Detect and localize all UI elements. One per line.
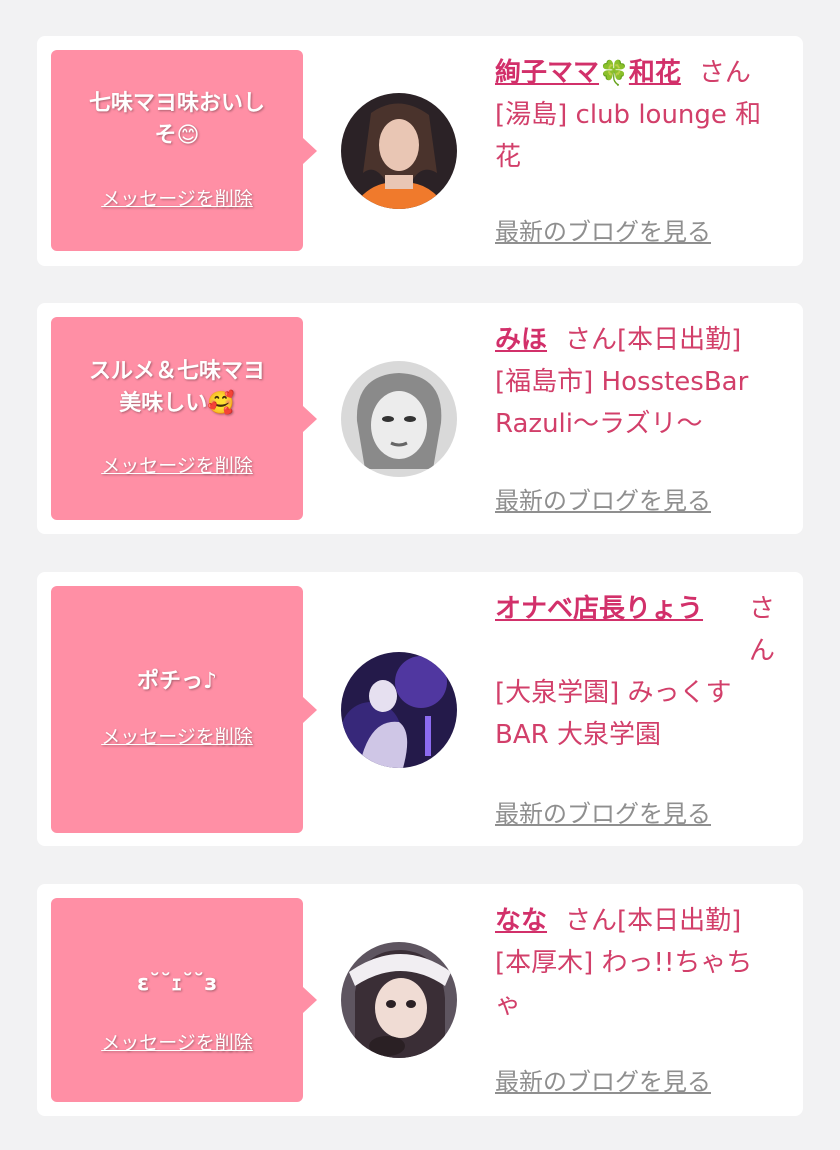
shop-name: [大泉学園] みっくす — [495, 678, 732, 708]
user-name-link[interactable]: みほ — [495, 325, 547, 355]
lace-woman-avatar-icon — [341, 942, 457, 1058]
message-bubble: ε˘˘ｪ˘˘з メッセージを削除 — [51, 898, 317, 1102]
avatar[interactable] — [341, 942, 457, 1058]
latest-blog-link[interactable]: 最新のブログを見る — [495, 1062, 711, 1097]
message-text: 七味マヨ味おいし そ😊 — [63, 88, 291, 152]
user-info: みほ さん[本日出勤] [福島市] HosstesBar Razuli〜ラズリ〜 — [495, 319, 791, 445]
user-info: オナベ店長りょう さん [大泉学園] みっくす BAR 大泉学園 — [495, 588, 791, 756]
woman-photo-avatar-icon — [341, 93, 457, 209]
shop-name: [湯島] club lounge 和 — [495, 100, 762, 130]
shop-name: 花 — [495, 142, 522, 172]
shop-name: BAR 大泉学園 — [495, 720, 661, 750]
user-name-link[interactable]: 絢子ママ🍀和花 — [495, 58, 681, 88]
message-text: ポチっ♪ — [136, 669, 218, 694]
honorific: さん — [698, 58, 751, 88]
user-name-part: 絢子ママ — [495, 58, 600, 88]
message-bubble: 七味マヨ味おいし そ😊 メッセージを削除 — [51, 50, 317, 251]
message-card: 七味マヨ味おいし そ😊 メッセージを削除 絢子ママ🍀和花 さん [湯島] club… — [37, 36, 803, 266]
message-line: 美味しい🥰 — [119, 391, 235, 416]
message-card: スルメ＆七味マヨ 美味しい🥰 メッセージを削除 みほ さん[本日出勤] [福島市]… — [37, 303, 803, 534]
delete-message-link[interactable]: メッセージを削除 — [51, 1028, 303, 1055]
honorific: さん — [749, 594, 776, 666]
user-name-part: 和花 — [628, 58, 681, 88]
monochrome-woman-avatar-icon — [341, 361, 457, 477]
clover-icon: 🍀 — [599, 59, 629, 87]
shop-name: Razuli〜ラズリ〜 — [495, 409, 703, 439]
purple-bar-avatar-icon — [341, 652, 457, 768]
user-info: なな さん[本日出勤] [本厚木] わっ!!ちゃち ゃ — [495, 900, 791, 1026]
message-text: ε˘˘ｪ˘˘з — [136, 971, 218, 996]
avatar[interactable] — [341, 93, 457, 209]
message-line: 七味マヨ味おいし — [88, 91, 265, 116]
shop-name: [福島市] HosstesBar — [495, 367, 749, 397]
latest-blog-link[interactable]: 最新のブログを見る — [495, 481, 711, 516]
avatar[interactable] — [341, 652, 457, 768]
user-info: 絢子ママ🍀和花 さん [湯島] club lounge 和 花 — [495, 52, 791, 178]
message-text: スルメ＆七味マヨ 美味しい🥰 — [63, 356, 291, 420]
user-name-link[interactable]: なな — [495, 906, 547, 936]
honorific: さん — [565, 906, 618, 936]
status-badge: [本日出勤] — [617, 325, 742, 355]
latest-blog-link[interactable]: 最新のブログを見る — [495, 212, 711, 247]
shop-name: [本厚木] わっ!!ちゃち — [495, 948, 753, 978]
message-card: ポチっ♪ メッセージを削除 オナベ店長りょう さん [大泉学園] みっくす BA… — [37, 572, 803, 846]
message-line: そ😊 — [154, 123, 200, 148]
user-name-link[interactable]: オナベ店長りょう — [495, 594, 703, 624]
avatar[interactable] — [341, 361, 457, 477]
message-line: スルメ＆七味マヨ — [88, 359, 265, 384]
message-card: ε˘˘ｪ˘˘з メッセージを削除 なな さん[本日出勤] [本厚木] わっ!!ちゃ… — [37, 884, 803, 1116]
delete-message-link[interactable]: メッセージを削除 — [51, 184, 303, 211]
shop-name: ゃ — [495, 990, 522, 1020]
delete-message-link[interactable]: メッセージを削除 — [51, 451, 303, 478]
message-bubble: スルメ＆七味マヨ 美味しい🥰 メッセージを削除 — [51, 317, 317, 520]
status-badge: [本日出勤] — [617, 906, 742, 936]
honorific: さん — [565, 325, 618, 355]
message-bubble: ポチっ♪ メッセージを削除 — [51, 586, 317, 833]
latest-blog-link[interactable]: 最新のブログを見る — [495, 794, 711, 829]
delete-message-link[interactable]: メッセージを削除 — [51, 722, 303, 749]
